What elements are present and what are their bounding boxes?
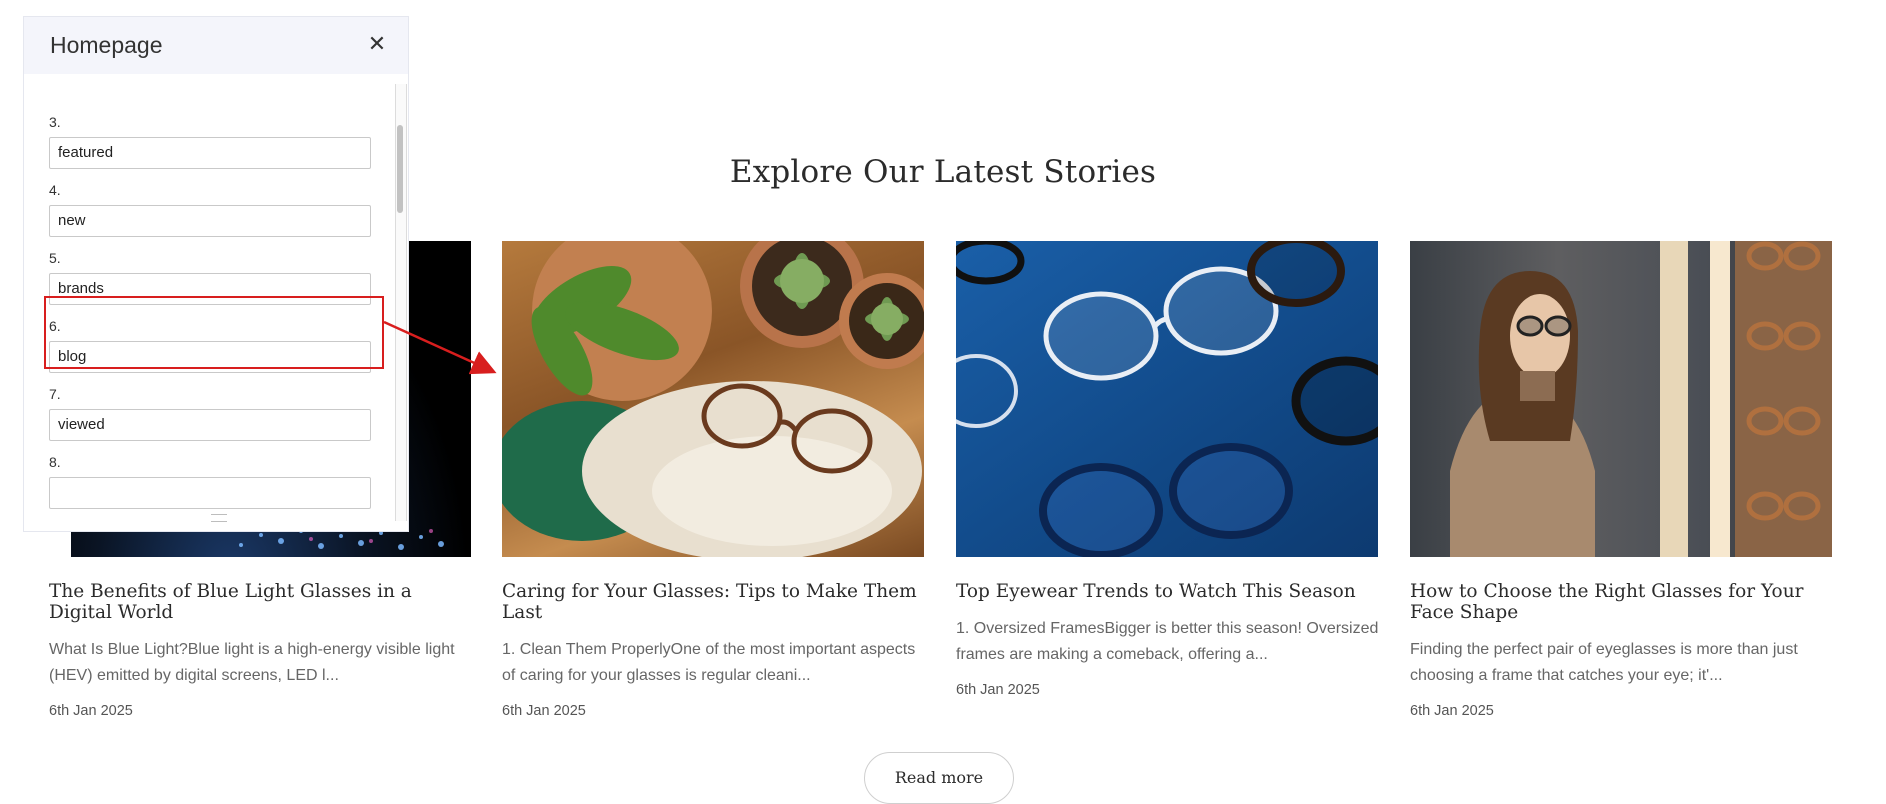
section-input[interactable] [49,477,371,509]
card-title[interactable]: How to Choose the Right Glasses for Your… [1410,581,1840,623]
card-excerpt: Finding the perfect pair of eyeglasses i… [1410,641,1798,684]
section-field-5: 5. brands [49,249,371,305]
section-input[interactable]: brands [49,273,371,305]
panel-header: Homepage ✕ [24,17,408,74]
section-input[interactable]: blog [49,341,371,373]
woman-choosing-glasses-image[interactable] [1410,241,1832,557]
section-field-6: 6. blog [49,317,371,373]
card-title[interactable]: Caring for Your Glasses: Tips to Make Th… [502,581,932,623]
section-field-3: 3. featured [49,113,371,169]
eyewear-trends-image[interactable] [956,241,1378,557]
card-date: 6th Jan 2025 [502,703,586,719]
card-excerpt: 1. Clean Them ProperlyOne of the most im… [502,641,916,684]
blog-card[interactable]: How to Choose the Right Glasses for Your… [1410,241,1832,719]
panel-title: Homepage [50,32,163,58]
field-label: 7. [49,386,61,402]
homepage-settings-panel: Homepage ✕ 3. featured 4. new 5. brands … [24,17,408,531]
field-label: 8. [49,454,61,470]
scrollbar-thumb[interactable] [397,125,403,213]
field-label: 5. [49,250,61,266]
section-field-4: 4. new [49,181,371,237]
card-title[interactable]: The Benefits of Blue Light Glasses in a … [49,581,479,623]
card-excerpt: 1. Oversized FramesBigger is better this… [956,620,1379,663]
plants-glasses-art [502,241,924,557]
blog-card[interactable]: Caring for Your Glasses: Tips to Make Th… [502,241,924,719]
section-input[interactable]: featured [49,137,371,169]
card-date: 6th Jan 2025 [1410,703,1494,719]
card-date: 6th Jan 2025 [956,682,1040,698]
field-label: 6. [49,318,61,334]
card-date: 6th Jan 2025 [49,703,133,719]
section-field-7: 7. viewed [49,385,371,441]
panel-body: 3. featured 4. new 5. brands 6. blog 7. … [24,74,408,531]
field-label: 3. [49,114,61,130]
read-more-button[interactable]: Read more [864,752,1014,804]
card-excerpt: What Is Blue Light?Blue light is a high-… [49,641,455,684]
card-title[interactable]: Top Eyewear Trends to Watch This Season [956,581,1386,602]
eyewear-trends-art [956,241,1378,557]
plants-glasses-image[interactable] [502,241,924,557]
close-icon[interactable]: ✕ [362,29,392,59]
woman-choosing-glasses-art [1450,241,1832,557]
resize-handle-icon[interactable] [211,514,227,522]
blog-card[interactable]: Top Eyewear Trends to Watch This Season … [956,241,1378,698]
section-field-8: 8. [49,453,371,509]
field-label: 4. [49,182,61,198]
section-input[interactable]: new [49,205,371,237]
section-input[interactable]: viewed [49,409,371,441]
